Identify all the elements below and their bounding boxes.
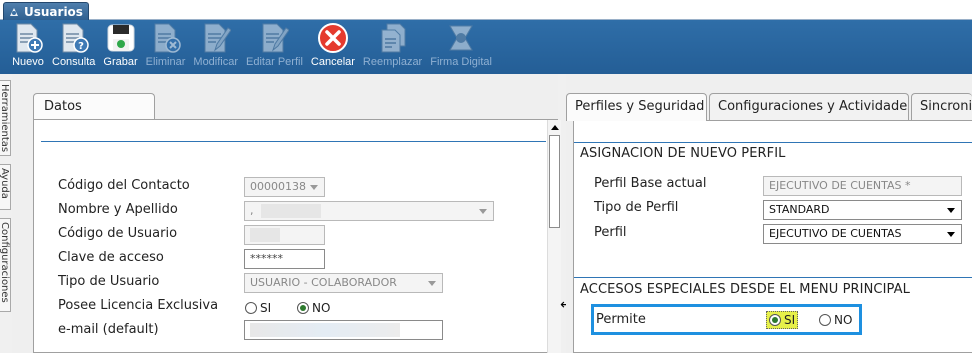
cancelar-button[interactable]: Cancelar bbox=[308, 20, 358, 74]
codigo-contacto-select[interactable]: 00000138 bbox=[244, 177, 325, 197]
digital-signature-icon bbox=[444, 21, 478, 55]
permite-si-radio[interactable]: SI bbox=[766, 311, 799, 329]
codigo-contacto-label: Código del Contacto bbox=[58, 178, 190, 193]
radio-circle bbox=[245, 302, 257, 314]
tipo-perfil-label: Tipo de Perfil bbox=[594, 200, 679, 215]
section-divider bbox=[574, 142, 972, 143]
licencia-exclusiva-label: Posee Licencia Exclusiva bbox=[58, 298, 219, 313]
radio-circle-selected bbox=[297, 302, 309, 314]
scroll-thumb[interactable] bbox=[549, 135, 560, 228]
save-disk-icon bbox=[104, 21, 138, 55]
perfil-base-field: EJECUTIVO DE CUENTAS * bbox=[763, 176, 962, 196]
licencia-no-radio[interactable]: NO bbox=[297, 301, 330, 315]
toolbar: Nuevo ? Consulta Grabar Eliminar Modific… bbox=[0, 20, 972, 74]
left-area: Datos Principales Código del Contacto 00… bbox=[12, 74, 561, 353]
left-scrollbar[interactable] bbox=[547, 120, 561, 353]
eliminar-button[interactable]: Eliminar bbox=[143, 20, 189, 74]
permite-no-radio[interactable]: NO bbox=[819, 313, 852, 327]
permite-label: Permite bbox=[596, 312, 646, 327]
codigo-usuario-field[interactable] bbox=[244, 225, 325, 245]
svg-text:?: ? bbox=[78, 41, 84, 52]
modificar-button[interactable]: Modificar bbox=[190, 20, 241, 74]
radio-circle-selected bbox=[769, 314, 781, 326]
perfil-base-label: Perfil Base actual bbox=[594, 176, 707, 191]
new-document-icon bbox=[11, 21, 45, 55]
tipo-usuario-select[interactable]: USUARIO - COLABORADOR bbox=[244, 273, 443, 293]
edit-profile-icon bbox=[257, 21, 291, 55]
side-tab-ayuda[interactable]: Ayuda bbox=[0, 164, 11, 210]
edit-document-icon bbox=[199, 21, 233, 55]
licencia-si-radio[interactable]: SI bbox=[245, 301, 271, 315]
scroll-up-icon[interactable] bbox=[551, 125, 559, 130]
tab-datos-principales[interactable]: Datos Principales bbox=[33, 93, 155, 140]
tipo-usuario-label: Tipo de Usuario bbox=[58, 274, 160, 289]
reemplazar-button[interactable]: Reemplazar bbox=[360, 20, 425, 74]
redacted-email bbox=[250, 323, 400, 337]
email-field[interactable] bbox=[244, 320, 443, 340]
tab-configuraciones-actividades[interactable]: Configuraciones y Actividades bbox=[709, 93, 909, 120]
perfil-label: Perfil bbox=[594, 225, 627, 240]
grabar-button[interactable]: Grabar bbox=[100, 20, 140, 74]
delete-document-icon bbox=[149, 21, 183, 55]
tab-perfiles-seguridad[interactable]: Perfiles y Seguridad bbox=[566, 93, 707, 121]
datos-principales-panel: Código del Contacto 00000138 Nombre y Ap… bbox=[33, 119, 561, 353]
nuevo-button[interactable]: Nuevo bbox=[8, 20, 48, 74]
consulta-button[interactable]: ? Consulta bbox=[49, 20, 98, 74]
right-area: Perfiles y Seguridad Configuraciones y A… bbox=[566, 74, 972, 353]
asignacion-perfil-title: ASIGNACION DE NUEVO PERFIL bbox=[580, 146, 786, 161]
users-tab-icon bbox=[10, 8, 18, 16]
codigo-usuario-label: Código de Usuario bbox=[58, 226, 178, 241]
email-label: e-mail (default) bbox=[58, 322, 159, 337]
permite-highlight-box: Permite SI NO bbox=[591, 304, 862, 335]
perfil-select[interactable]: EJECUTIVO DE CUENTAS bbox=[763, 224, 962, 244]
editar-perfil-button[interactable]: Editar Perfil bbox=[243, 20, 306, 74]
side-tabs: Herramientas Ayuda Configuraciones bbox=[0, 74, 12, 353]
side-tab-herramientas[interactable]: Herramientas bbox=[0, 80, 11, 156]
replace-documents-icon bbox=[376, 21, 410, 55]
accesos-especiales-title: ACCESOS ESPECIALES DESDE EL MENU PRINCIP… bbox=[580, 282, 910, 297]
window-tab-strip: Usuarios bbox=[0, 0, 972, 20]
section-divider bbox=[574, 277, 972, 278]
cancel-icon bbox=[316, 21, 350, 55]
perfiles-seguridad-panel: ASIGNACION DE NUEVO PERFIL Perfil Base a… bbox=[573, 120, 972, 353]
redacted-user-code bbox=[250, 228, 280, 242]
nombre-apellido-select[interactable]: , bbox=[244, 201, 494, 221]
nombre-apellido-label: Nombre y Apellido bbox=[58, 202, 178, 217]
window-tab-title: Usuarios bbox=[24, 5, 83, 19]
firma-digital-button[interactable]: Firma Digital bbox=[427, 20, 495, 74]
query-document-icon: ? bbox=[57, 21, 91, 55]
side-tab-configuraciones[interactable]: Configuraciones bbox=[0, 218, 11, 312]
tipo-perfil-select[interactable]: STANDARD bbox=[763, 200, 962, 220]
clave-acceso-field[interactable]: ****** bbox=[244, 249, 325, 269]
radio-circle bbox=[819, 314, 831, 326]
redacted-name bbox=[261, 204, 321, 218]
section-divider bbox=[41, 141, 546, 142]
window-tab-usuarios[interactable]: Usuarios bbox=[3, 2, 89, 20]
tab-sincronizacion[interactable]: Sincroniz bbox=[911, 93, 972, 120]
clave-acceso-label: Clave de acceso bbox=[58, 250, 164, 265]
